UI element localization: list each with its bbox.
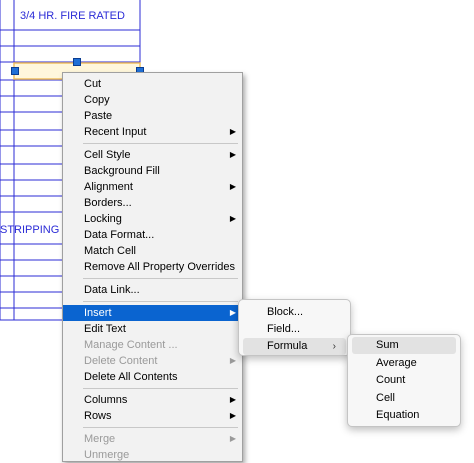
formula-item-label: Equation bbox=[376, 409, 420, 421]
menu-item-cell-style[interactable]: Cell Style ▶ bbox=[63, 147, 242, 163]
formula-item-label: Cell bbox=[376, 391, 395, 404]
formula-item-label: Average bbox=[376, 356, 417, 369]
menu-item-label: Delete Content bbox=[84, 355, 158, 367]
menu-item-label: Locking bbox=[84, 213, 122, 225]
menu-separator bbox=[83, 278, 238, 279]
menu-item-match-cell[interactable]: Match Cell bbox=[63, 243, 242, 259]
submenu-arrow-icon: ▶ bbox=[229, 308, 236, 317]
menu-item-delete-all-contents[interactable]: Delete All Contents bbox=[63, 369, 242, 385]
menu-item-label: Paste bbox=[84, 110, 113, 122]
submenu-arrow-icon: ▶ bbox=[229, 150, 236, 159]
submenu-arrow-icon: ▶ bbox=[229, 214, 236, 223]
insert-item-formula[interactable]: Formula › bbox=[243, 338, 346, 355]
menu-item-label: Manage Content ... bbox=[84, 339, 178, 351]
submenu-arrow-icon: ▶ bbox=[229, 182, 236, 191]
menu-item-rows[interactable]: Rows ▶ bbox=[63, 408, 242, 424]
insert-item-label: Formula bbox=[267, 340, 308, 352]
chevron-right-icon: › bbox=[332, 341, 336, 352]
menu-item-edit-text[interactable]: Edit Text bbox=[63, 321, 242, 337]
formula-item-label: Sum bbox=[376, 339, 399, 351]
menu-item-unmerge: Unmerge bbox=[63, 447, 242, 463]
formula-submenu: Sum Average Count Cell Equation bbox=[347, 334, 461, 427]
table-text-fire-rated: 3/4 HR. FIRE RATED bbox=[20, 10, 125, 22]
menu-item-label: Insert bbox=[84, 307, 112, 319]
formula-item-equation[interactable]: Equation bbox=[352, 407, 456, 424]
menu-item-label: Match Cell bbox=[84, 245, 136, 257]
menu-separator bbox=[83, 143, 238, 144]
menu-separator bbox=[83, 301, 238, 302]
menu-item-label: Edit Text bbox=[84, 323, 126, 335]
insert-item-label: Block... bbox=[267, 306, 304, 318]
menu-item-manage-content: Manage Content ... bbox=[63, 337, 242, 353]
formula-item-sum[interactable]: Sum bbox=[352, 337, 456, 354]
submenu-arrow-icon: ▶ bbox=[229, 356, 236, 365]
insert-item-block[interactable]: Block... bbox=[243, 304, 346, 321]
insert-item-label: Field... bbox=[267, 323, 301, 335]
menu-item-locking[interactable]: Locking ▶ bbox=[63, 211, 242, 227]
menu-item-label: Borders... bbox=[84, 197, 132, 209]
insert-item-field[interactable]: Field... bbox=[243, 321, 346, 338]
menu-item-borders[interactable]: Borders... bbox=[63, 195, 242, 211]
formula-item-count[interactable]: Count bbox=[352, 372, 456, 389]
menu-separator bbox=[83, 427, 238, 428]
menu-item-label: Remove All Property Overrides bbox=[84, 261, 235, 273]
insert-submenu: Block... Field... Formula › bbox=[238, 299, 351, 356]
context-menu: Cut Copy Paste Recent Input ▶ Cell Style ▶ Back… bbox=[62, 72, 243, 462]
menu-item-label: Rows bbox=[84, 410, 112, 422]
menu-item-label: Cell Style bbox=[84, 149, 131, 161]
menu-item-label: Data Link... bbox=[84, 284, 140, 296]
grip-handle-center[interactable] bbox=[73, 58, 81, 66]
menu-item-label: Unmerge bbox=[84, 449, 130, 461]
menu-item-label: Columns bbox=[84, 394, 128, 406]
menu-item-alignment[interactable]: Alignment ▶ bbox=[63, 179, 242, 195]
menu-item-copy[interactable]: Copy bbox=[63, 92, 242, 108]
formula-item-label: Count bbox=[376, 374, 406, 386]
menu-item-paste[interactable]: Paste bbox=[63, 108, 242, 124]
menu-item-data-format[interactable]: Data Format... bbox=[63, 227, 242, 243]
menu-item-cut[interactable]: Cut bbox=[63, 76, 242, 92]
submenu-arrow-icon: ▶ bbox=[229, 434, 236, 443]
submenu-arrow-icon: ▶ bbox=[229, 127, 236, 136]
menu-item-label: Data Format... bbox=[84, 229, 155, 241]
menu-item-label: Merge bbox=[84, 433, 116, 445]
formula-item-average[interactable]: Average bbox=[352, 355, 456, 372]
menu-item-columns[interactable]: Columns ▶ bbox=[63, 392, 242, 408]
menu-item-label: Delete All Contents bbox=[84, 371, 178, 383]
menu-item-label: Copy bbox=[84, 94, 110, 106]
menu-item-label: Alignment bbox=[84, 181, 133, 193]
menu-item-delete-content: Delete Content ▶ bbox=[63, 353, 242, 369]
menu-item-merge: Merge ▶ bbox=[63, 431, 242, 447]
menu-item-recent-input[interactable]: Recent Input ▶ bbox=[63, 124, 242, 140]
menu-item-insert[interactable]: Insert ▶ bbox=[63, 305, 242, 321]
submenu-arrow-icon: ▶ bbox=[229, 411, 236, 420]
grip-handle-left[interactable] bbox=[11, 67, 19, 75]
menu-item-label: Recent Input bbox=[84, 126, 147, 138]
table-text-stripping: STRIPPING bbox=[0, 224, 60, 236]
menu-item-data-link[interactable]: Data Link... bbox=[63, 282, 242, 298]
formula-item-cell[interactable]: Cell bbox=[352, 390, 456, 407]
menu-separator bbox=[83, 388, 238, 389]
menu-item-remove-all-property-overrides[interactable]: Remove All Property Overrides bbox=[63, 259, 242, 275]
menu-item-label: Background Fill bbox=[84, 165, 160, 177]
submenu-arrow-icon: ▶ bbox=[229, 395, 236, 404]
menu-item-label: Cut bbox=[84, 78, 102, 90]
menu-item-background-fill[interactable]: Background Fill bbox=[63, 163, 242, 179]
